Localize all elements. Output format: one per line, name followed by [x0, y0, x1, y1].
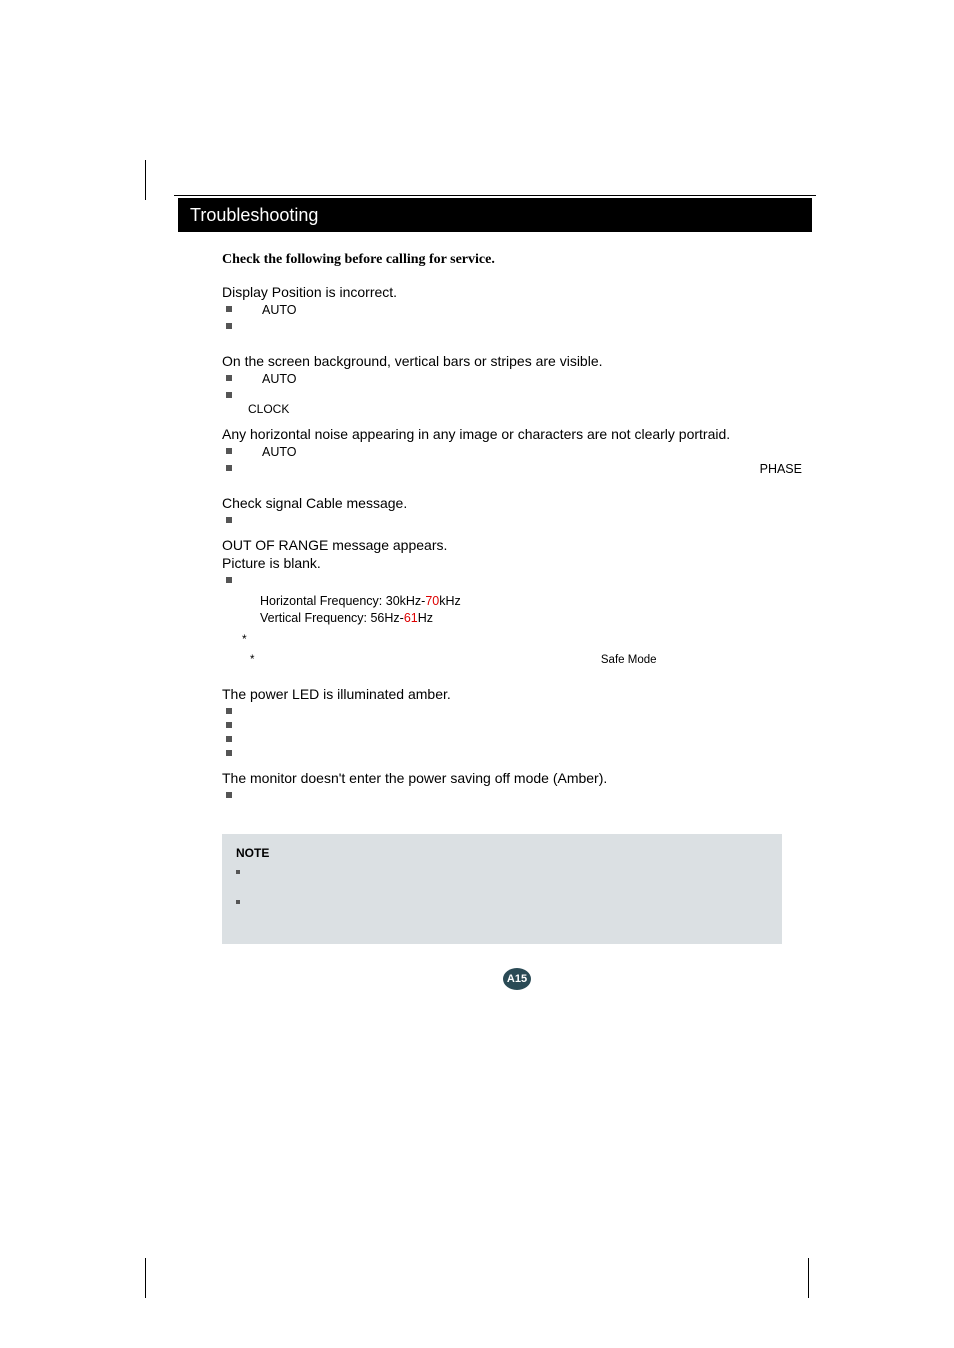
text: Horizontal Frequency: 30kHz- [260, 594, 425, 608]
list-check-signal [222, 513, 812, 527]
body-content: Check the following before calling for s… [182, 232, 812, 990]
list-item [222, 788, 812, 802]
freq-vertical: Vertical Frequency: 56Hz-61Hz [222, 610, 812, 627]
lead-text: Check the following before calling for s… [222, 252, 812, 268]
list-item: AUTO [222, 444, 812, 461]
list-item: PHASE [222, 461, 812, 475]
crop-mark-bottom-right [808, 1258, 824, 1298]
list-item [222, 746, 812, 760]
heading-power-led-amber: The power LED is illuminated amber. [222, 686, 812, 702]
list-item [222, 732, 812, 746]
list-item [222, 513, 812, 527]
list-horizontal-noise: AUTO PHASE [222, 444, 812, 475]
text-red: 61 [404, 611, 418, 625]
safe-mode-text: Safe Mode [601, 654, 657, 666]
text: kHz [439, 594, 461, 608]
list-power-led [222, 704, 812, 760]
list-item [222, 718, 812, 732]
footnote-1: * [222, 632, 812, 646]
text: Hz [418, 611, 433, 625]
freq-horizontal: Horizontal Frequency: 30kHz-70kHz [222, 593, 812, 610]
note-item [236, 866, 768, 886]
crop-mark-top-left [130, 160, 146, 200]
item-text: AUTO [262, 303, 297, 317]
list-power-saving [222, 788, 812, 802]
list-item [222, 573, 812, 587]
heading-out-of-range-b: Picture is blank. [222, 555, 812, 571]
item-text: AUTO [262, 445, 297, 459]
note-box: NOTE [222, 834, 782, 944]
asterisk: * [250, 654, 254, 666]
section-title-bar: Troubleshooting [178, 198, 812, 232]
list-item: AUTO [222, 371, 812, 388]
page-content: Troubleshooting Check the following befo… [182, 198, 812, 990]
list-item [222, 704, 812, 718]
page-number: A15 [507, 973, 527, 985]
list-item [222, 388, 812, 402]
text: Vertical Frequency: 56Hz- [260, 611, 404, 625]
list-display-position: AUTO [222, 302, 812, 333]
heading-power-saving: The monitor doesn't enter the power savi… [222, 770, 812, 786]
section-title: Troubleshooting [190, 205, 318, 225]
text-red: 70 [425, 594, 439, 608]
heading-check-signal: Check signal Cable message. [222, 495, 812, 511]
crop-mark-bottom-left [130, 1258, 146, 1298]
heading-horizontal-noise: Any horizontal noise appearing in any im… [222, 426, 812, 442]
list-item: AUTO [222, 302, 812, 319]
item-text: AUTO [262, 372, 297, 386]
heading-vertical-bars: On the screen background, vertical bars … [222, 353, 812, 369]
note-list [236, 866, 768, 916]
page-number-badge: A15 [503, 968, 531, 990]
note-title: NOTE [236, 846, 768, 860]
sub-clock: CLOCK [222, 402, 812, 416]
list-out-of-range [222, 573, 812, 587]
list-vertical-bars: AUTO [222, 371, 812, 402]
heading-out-of-range-a: OUT OF RANGE message appears. [222, 537, 812, 553]
list-item [222, 319, 812, 333]
footnote-2: * Safe Mode [222, 654, 812, 666]
note-item [236, 896, 768, 916]
heading-display-position: Display Position is incorrect. [222, 284, 812, 300]
item-text-phase: PHASE [760, 461, 802, 478]
